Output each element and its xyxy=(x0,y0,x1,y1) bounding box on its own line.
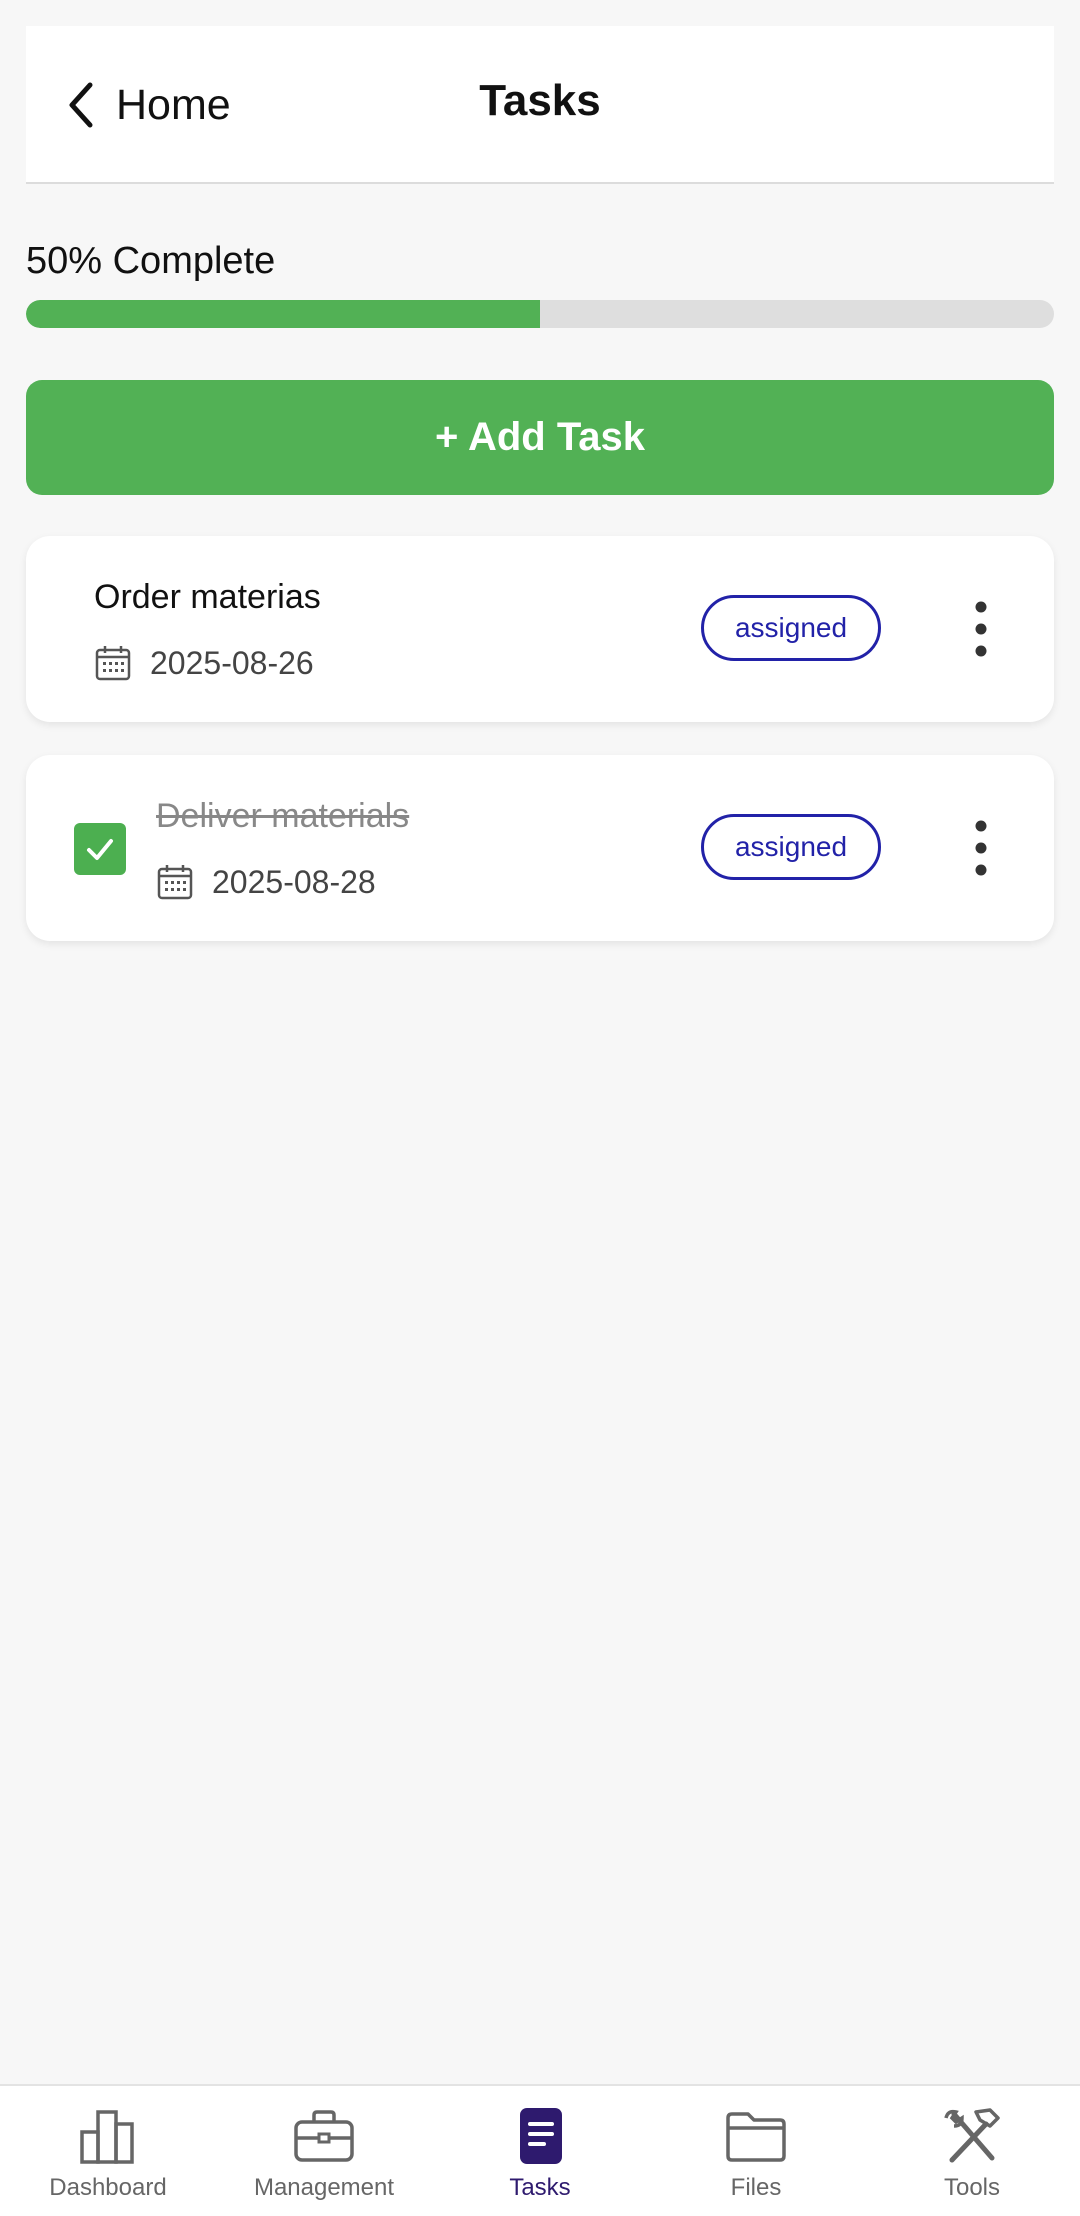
bar-chart-icon xyxy=(80,2110,134,2164)
nav-label: Management xyxy=(253,2174,395,2201)
nav-label: Tasks xyxy=(509,2174,571,2201)
task-date-row: 2025-08-28 xyxy=(156,863,376,901)
checkmark-icon xyxy=(87,839,113,860)
task-name: Deliver materials xyxy=(156,797,410,835)
tools-icon xyxy=(944,2108,1000,2163)
nav-item-dashboard[interactable]: Dashboard xyxy=(0,2086,216,2216)
calendar-icon xyxy=(157,865,193,900)
bottom-navigation: Dashboard Management Tasks Files Tools xyxy=(0,2084,1080,2216)
status-badge: assigned xyxy=(701,814,881,880)
task-date: 2025-08-26 xyxy=(150,644,314,681)
task-card[interactable]: Deliver materials 2025-08-28 assigned xyxy=(26,755,1054,941)
task-date-row: 2025-08-26 xyxy=(94,644,314,682)
document-icon xyxy=(520,2108,562,2164)
nav-item-management[interactable]: Management xyxy=(216,2086,432,2216)
briefcase-icon xyxy=(294,2110,354,2162)
add-task-button[interactable]: + Add Task xyxy=(26,380,1054,495)
nav-label: Dashboard xyxy=(49,2174,167,2201)
progress-bar-fill xyxy=(26,300,540,328)
nav-label: Tools xyxy=(943,2174,1001,2201)
nav-item-tools[interactable]: Tools xyxy=(864,2086,1080,2216)
task-name: Order materias xyxy=(94,578,321,616)
progress-bar xyxy=(26,300,1054,328)
task-checkbox[interactable] xyxy=(74,823,126,875)
more-options-icon[interactable] xyxy=(966,818,996,878)
more-options-icon[interactable] xyxy=(966,599,996,659)
folder-icon xyxy=(726,2112,786,2162)
nav-item-files[interactable]: Files xyxy=(648,2086,864,2216)
task-card[interactable]: Order materias 2025-08-26 assigned xyxy=(26,536,1054,722)
page-title: Tasks xyxy=(479,76,601,125)
top-app-bar: Home Tasks xyxy=(26,26,1054,184)
nav-label: Files xyxy=(730,2174,782,2201)
progress-label: 50% Complete xyxy=(26,240,276,282)
calendar-icon xyxy=(95,646,131,681)
task-date: 2025-08-28 xyxy=(212,863,376,900)
status-badge: assigned xyxy=(701,595,881,661)
nav-item-tasks[interactable]: Tasks xyxy=(432,2086,648,2216)
